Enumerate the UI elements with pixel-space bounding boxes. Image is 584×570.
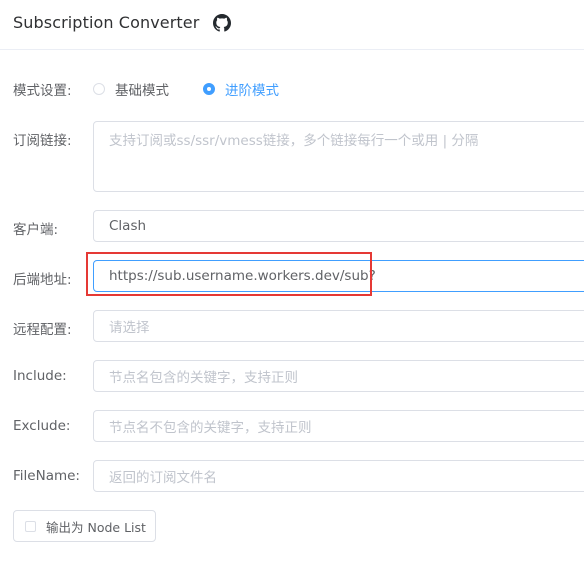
app-header: Subscription Converter xyxy=(0,0,584,50)
radio-checked-icon xyxy=(203,83,215,95)
node-list-label: 输出为 Node List xyxy=(46,519,146,535)
exclude-label: Exclude: xyxy=(13,418,71,434)
radio-basic-mode[interactable]: 基础模式 xyxy=(93,79,169,99)
remote-config-select[interactable]: 请选择 xyxy=(93,310,584,342)
checkbox-icon xyxy=(25,520,36,532)
backend-label: 后端地址: xyxy=(13,272,72,288)
radio-label-basic: 基础模式 xyxy=(115,83,169,99)
highlight-box xyxy=(86,252,372,296)
exclude-input[interactable]: 节点名不包含的关键字，支持正则 xyxy=(93,410,584,442)
include-label: Include: xyxy=(13,368,67,384)
remote-config-label: 远程配置: xyxy=(13,322,72,338)
radio-circle-icon xyxy=(93,83,105,95)
include-input[interactable]: 节点名包含的关键字，支持正则 xyxy=(93,360,584,392)
app-title: Subscription Converter xyxy=(13,13,200,32)
filename-label: FileName: xyxy=(13,468,80,484)
filename-input[interactable]: 返回的订阅文件名 xyxy=(93,460,584,492)
mode-label: 模式设置: xyxy=(13,83,72,99)
github-icon[interactable] xyxy=(213,14,231,32)
client-label: 客户端: xyxy=(13,222,59,238)
radio-label-advanced: 进阶模式 xyxy=(225,83,279,99)
subscription-label: 订阅链接: xyxy=(13,133,72,149)
subscription-textarea[interactable]: 支持订阅或ss/ssr/vmess链接，多个链接每行一个或用 | 分隔 xyxy=(93,121,584,192)
client-select[interactable]: Clash xyxy=(93,210,584,242)
node-list-checkbox[interactable]: 输出为 Node List xyxy=(13,510,156,542)
radio-advanced-mode[interactable]: 进阶模式 xyxy=(203,79,279,99)
